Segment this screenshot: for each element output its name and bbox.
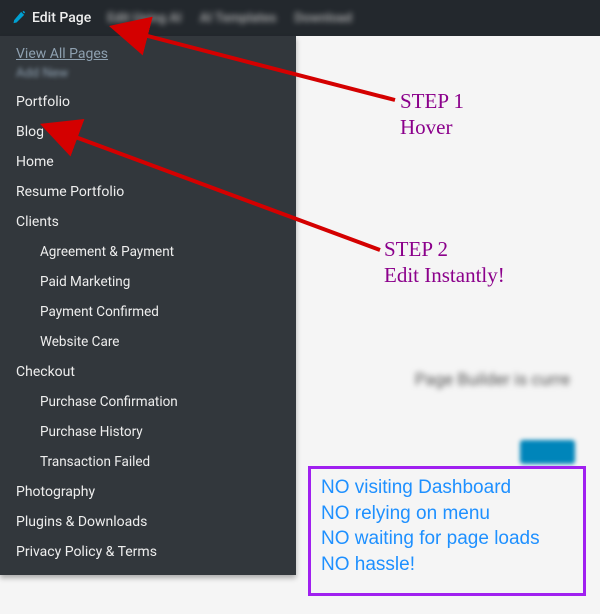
- arrow-step2: [0, 0, 600, 614]
